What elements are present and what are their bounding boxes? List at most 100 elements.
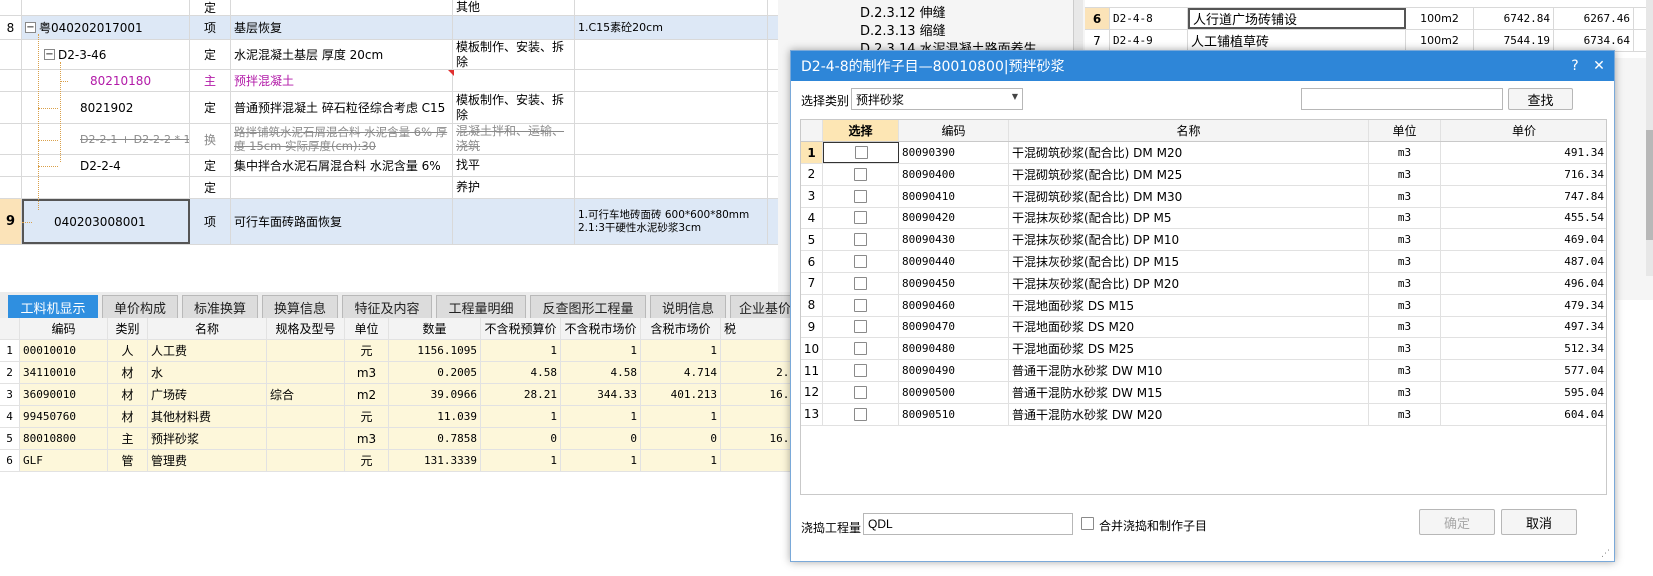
table-row[interactable]: 8 80090460 干混地面砂浆 DS M15 m3 479.34 — [801, 294, 1606, 317]
table-row[interactable]: 5 80010800 主预拌砂浆 m3 0.7858 0 0 0 16.5 — [0, 428, 800, 450]
close-icon[interactable]: ✕ — [1590, 57, 1608, 75]
select-checkbox[interactable] — [854, 189, 867, 203]
table-row[interactable]: 13 80090510 普通干混防水砂浆 DW M20 m3 604.04 — [801, 403, 1606, 426]
help-icon[interactable]: ? — [1566, 57, 1584, 75]
merge-checkbox[interactable] — [1081, 517, 1094, 530]
table-row[interactable]: 9 040203008001 项 可行车面砖路面恢复 1.可行车地砖面砖 600… — [0, 199, 778, 245]
table-row[interactable]: 1 80090390 干混砌筑砂浆(配合比) DM M20 m3 491.34 — [801, 142, 1606, 164]
table-row[interactable]: 8021902 定 普通预拌混凝土 碎石粒径综合考虑 C15 模板制作、安装、拆… — [0, 92, 778, 124]
table-row[interactable]: 6 GLF 管管理费元 131.3339 1 1 1 — [0, 450, 800, 472]
tab-reverse-lookup[interactable]: 反查图形工程量 — [530, 295, 646, 318]
tab-features[interactable]: 特征及内容 — [342, 295, 432, 318]
select-cell[interactable] — [823, 360, 899, 381]
select-cell[interactable] — [823, 142, 899, 163]
table-row[interactable]: 8 − 粤040202017001 项 基层恢复 1.C15素砼20cm — [0, 16, 778, 40]
column-header[interactable]: 单价 — [1441, 120, 1606, 141]
select-cell[interactable] — [823, 381, 899, 403]
table-row[interactable]: 12 80090500 普通干混防水砂浆 DW M15 m3 595.04 — [801, 381, 1606, 404]
select-cell[interactable] — [823, 185, 899, 207]
tab-standard-conversion[interactable]: 标准换算 — [182, 295, 258, 318]
table-row[interactable]: 3 80090410 干混砌筑砂浆(配合比) DM M30 m3 747.84 — [801, 185, 1606, 208]
column-header[interactable]: 含税市场价 — [641, 318, 721, 339]
tree-scrollbar[interactable] — [1073, 0, 1083, 56]
table-row[interactable]: 定 其他 — [0, 0, 778, 16]
select-checkbox[interactable] — [854, 385, 867, 399]
select-cell[interactable] — [823, 229, 899, 251]
select-checkbox[interactable] — [854, 146, 868, 159]
tab-unit-price[interactable]: 单价构成 — [102, 295, 178, 318]
column-header[interactable]: 名称 — [148, 318, 267, 339]
cancel-button[interactable]: 取消 — [1501, 509, 1577, 535]
category-select[interactable]: 预拌砂浆 ▼ — [851, 88, 1023, 110]
ok-button[interactable]: 确定 — [1419, 509, 1495, 535]
vertical-scrollbar[interactable] — [1646, 0, 1653, 276]
name-cell[interactable]: 人行道广场砖铺设 — [1188, 8, 1406, 29]
column-header[interactable]: 不含税预算价 — [481, 318, 561, 339]
select-cell[interactable] — [823, 163, 899, 185]
table-row[interactable]: D2-2-1 + D2-2-2 * 15 换 路拌铺筑水泥石屑混合料 水泥含量 … — [0, 124, 778, 155]
table-row[interactable]: 7 D2-4-9 人工铺植草砖 100m2 7544.19 6734.64 — [1085, 30, 1653, 52]
table-row[interactable]: 6 80090440 干混抹灰砂浆(配合比) DP M15 m3 487.04 — [801, 251, 1606, 273]
table-row[interactable]: 80210180 主 预拌混凝土 — [0, 70, 778, 92]
select-checkbox[interactable] — [854, 364, 867, 377]
select-checkbox[interactable] — [854, 276, 867, 290]
collapse-icon[interactable]: − — [44, 49, 55, 60]
select-cell[interactable] — [823, 338, 899, 360]
tab-quantity-detail[interactable]: 工程量明细 — [436, 295, 526, 318]
table-row[interactable]: 10 80090480 干混地面砂浆 DS M25 m3 512.34 — [801, 338, 1606, 361]
select-checkbox[interactable] — [854, 342, 867, 356]
collapse-icon[interactable]: − — [25, 22, 36, 33]
select-checkbox[interactable] — [854, 407, 867, 421]
tree-item[interactable]: D.2.3.13 缩缝 — [860, 20, 946, 39]
select-cell[interactable] — [823, 207, 899, 229]
select-cell[interactable] — [823, 294, 899, 316]
resize-grip-icon[interactable]: ⋰ — [1601, 549, 1610, 559]
column-header[interactable]: 名称 — [1009, 120, 1369, 141]
select-checkbox[interactable] — [854, 233, 867, 247]
scrollbar-thumb[interactable] — [1646, 130, 1653, 240]
select-checkbox[interactable] — [854, 320, 867, 334]
table-row[interactable]: 4 80090420 干混抹灰砂浆(配合比) DP M5 m3 455.54 — [801, 207, 1606, 230]
select-cell[interactable] — [823, 403, 899, 425]
dialog-footer: 浇捣工程量 合并浇捣和制作子目 确定 取消 ⋰ — [791, 501, 1614, 561]
table-row[interactable]: 11 80090490 普通干混防水砂浆 DW M10 m3 577.04 — [801, 360, 1606, 382]
search-button[interactable]: 查找 — [1508, 88, 1573, 110]
table-row[interactable]: 1 00010010 人人工费元 1156.1095 1 1 1 — [0, 340, 800, 362]
select-cell[interactable] — [823, 316, 899, 338]
select-checkbox[interactable] — [854, 211, 867, 225]
column-header[interactable]: 编码 — [899, 120, 1009, 141]
column-header[interactable]: 规格及型号 — [267, 318, 345, 339]
table-row[interactable]: D2-2-4 定 集中拌合水泥石屑混合料 水泥含量 6% 找平 — [0, 155, 778, 177]
table-row[interactable]: 2 80090400 干混砌筑砂浆(配合比) DM M25 m3 716.34 — [801, 163, 1606, 186]
column-header[interactable]: 类别 — [108, 318, 148, 339]
column-header[interactable]: 单位 — [345, 318, 389, 339]
table-row[interactable]: 6 D2-4-8 人行道广场砖铺设 100m2 6742.84 6267.46 — [1085, 8, 1653, 30]
code-cell[interactable]: 040203008001 — [22, 199, 190, 244]
select-checkbox[interactable] — [854, 298, 867, 312]
table-row[interactable]: 3 36090010 材广场砖 综合 m2 39.0966 28.21 344.33 401.2… — [0, 384, 800, 406]
table-row[interactable]: 7 80090450 干混抹灰砂浆(配合比) DP M20 m3 496.04 — [801, 272, 1606, 295]
column-header[interactable]: 单位 — [1369, 120, 1441, 141]
table-row[interactable]: 4 99450760 材其他材料费元 11.039 1 1 1 — [0, 406, 800, 428]
table-row[interactable]: 定 养护 — [0, 177, 778, 199]
column-header[interactable]: 数量 — [389, 318, 481, 339]
select-checkbox[interactable] — [854, 167, 867, 181]
dialog-titlebar[interactable]: D2-4-8的制作子目—80010800|预拌砂浆 ? ✕ — [791, 51, 1614, 81]
tab-conversion-info[interactable]: 换算信息 — [262, 295, 338, 318]
select-cell[interactable] — [823, 272, 899, 294]
tab-resources[interactable]: 工料机显示 — [8, 295, 98, 318]
tree-item[interactable]: D.2.3.12 伸缝 — [860, 2, 946, 21]
table-row[interactable]: 2 34110010 材水 m3 0.2005 4.58 4.58 4.714 2.9 — [0, 362, 800, 384]
column-header[interactable]: 编码 — [20, 318, 108, 339]
tab-notes[interactable]: 说明信息 — [650, 295, 726, 318]
column-header[interactable]: 税 — [721, 318, 800, 339]
column-header[interactable]: 不含税市场价 — [561, 318, 641, 339]
select-checkbox[interactable] — [854, 255, 867, 268]
qty-input[interactable] — [863, 513, 1073, 535]
column-header[interactable]: 选择 — [823, 120, 899, 141]
table-row[interactable]: 9 80090470 干混地面砂浆 DS M20 m3 497.34 — [801, 316, 1606, 339]
table-row[interactable]: 5 80090430 干混抹灰砂浆(配合比) DP M10 m3 469.04 — [801, 229, 1606, 252]
table-row[interactable]: − D2-3-46 定 水泥混凝土基层 厚度 20cm 模板制作、安装、拆除 — [0, 40, 778, 70]
search-input[interactable] — [1301, 88, 1503, 110]
select-cell[interactable] — [823, 251, 899, 272]
